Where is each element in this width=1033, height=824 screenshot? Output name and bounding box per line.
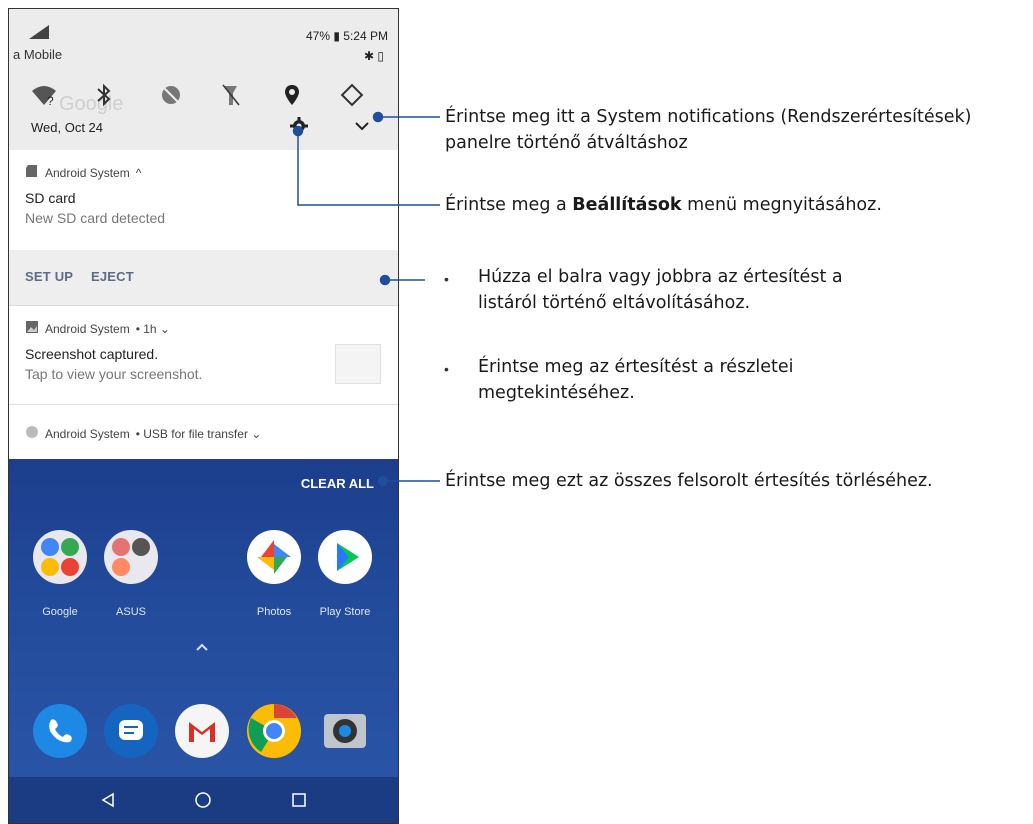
bullet-1: • bbox=[444, 271, 449, 287]
callout-settings: Érintse meg a Beállítások menü megnyitás… bbox=[445, 192, 882, 218]
callout-notifications: Érintse meg itt a System notifications (… bbox=[445, 104, 971, 156]
callout-clear-all: Érintse meg ezt az összes felsorolt érte… bbox=[445, 471, 933, 491]
callout-line-settings bbox=[297, 131, 440, 206]
callout-settings-pre: Érintse meg a bbox=[445, 195, 573, 215]
callout-settings-bold: Beállítások bbox=[572, 195, 682, 215]
callout-notifications-line1: Érintse meg itt a System notifications (… bbox=[445, 107, 972, 127]
callout-swipe-line1: Húzza el balra vagy jobbra az értesítést… bbox=[478, 267, 843, 287]
callout-notifications-line2: panelre történő átváltáshoz bbox=[445, 133, 688, 153]
callout-tap-line2: megtekintéséhez. bbox=[478, 383, 635, 403]
callout-tap-line1: Érintse meg az értesítést a részletei bbox=[478, 357, 794, 377]
callout-dot-swipe bbox=[379, 274, 391, 286]
callout-swipe-line2: listáról történő eltávolításához. bbox=[478, 293, 751, 313]
callout-dot-clear-all bbox=[377, 475, 389, 487]
callout-dot-notifications bbox=[372, 111, 384, 123]
callout-tap: Érintse meg az értesítést a részletei me… bbox=[478, 354, 794, 406]
callout-dot-settings bbox=[292, 125, 304, 137]
bullet-2: • bbox=[444, 361, 449, 377]
callout-swipe: Húzza el balra vagy jobbra az értesítést… bbox=[478, 264, 843, 316]
callout-settings-post: menü megnyitásához. bbox=[681, 195, 882, 215]
